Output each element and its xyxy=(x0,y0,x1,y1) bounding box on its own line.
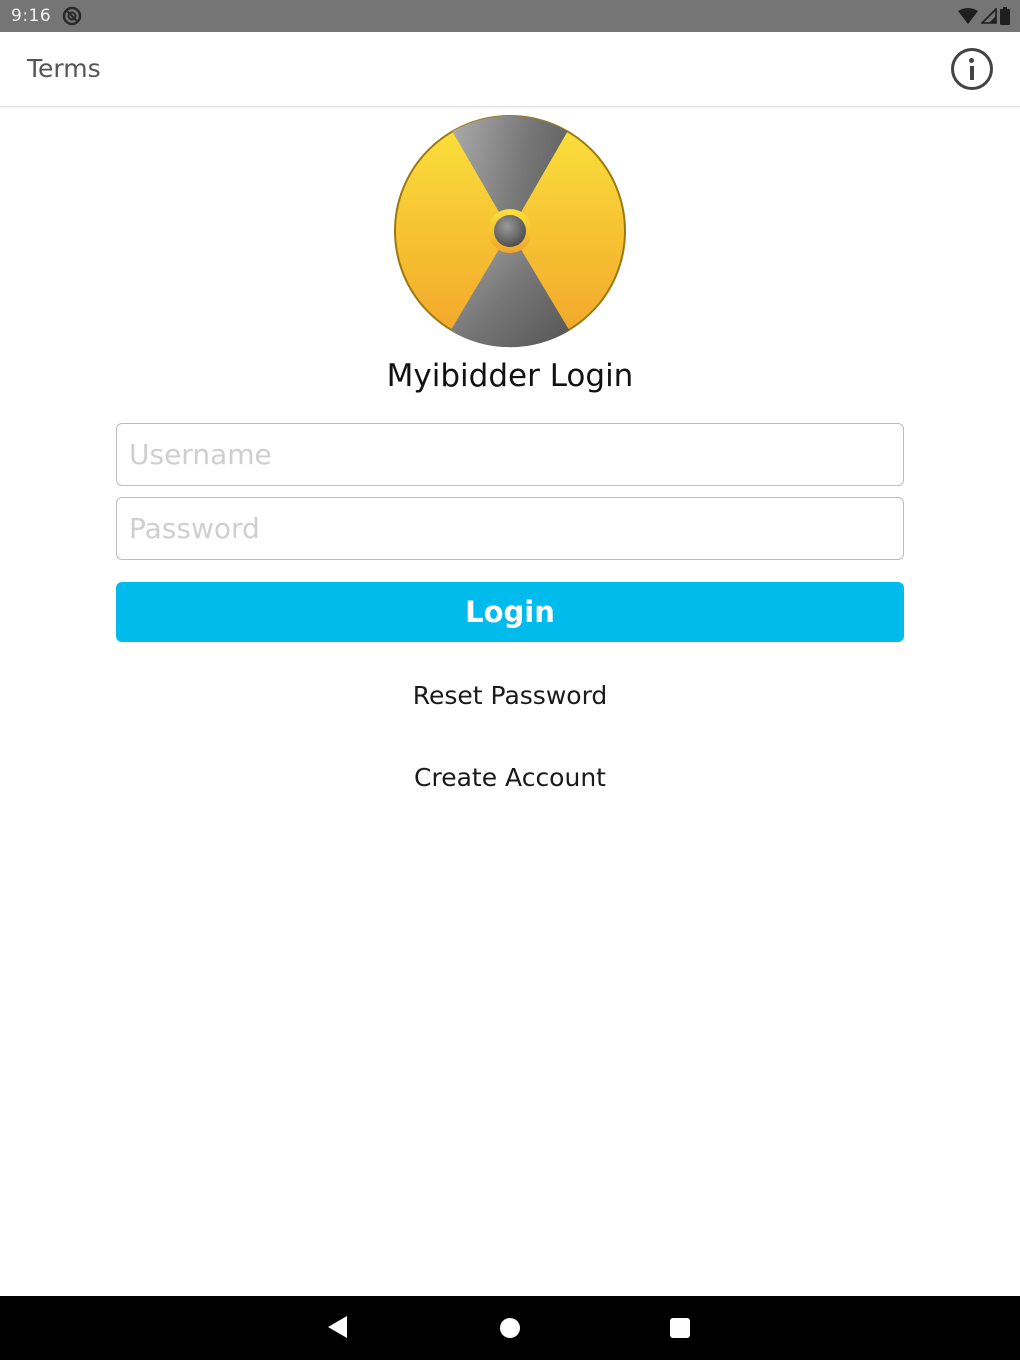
username-input[interactable] xyxy=(116,423,904,486)
radiation-logo-icon xyxy=(394,115,626,348)
status-time: 9:16 xyxy=(11,6,52,26)
password-input[interactable] xyxy=(116,497,904,560)
home-icon[interactable] xyxy=(500,1318,520,1338)
login-screen: 9:16 Terms Myibidder Login Username Logi… xyxy=(0,0,1020,1360)
page-title: Myibidder Login xyxy=(386,358,634,394)
cell-signal-icon xyxy=(981,8,997,24)
login-button[interactable]: Login xyxy=(116,582,904,642)
info-icon-stem xyxy=(969,66,974,80)
info-icon[interactable] xyxy=(951,48,993,90)
wifi-icon xyxy=(958,8,978,24)
create-account-link[interactable]: Create Account xyxy=(0,763,1020,792)
app-notification-icon xyxy=(62,6,82,26)
status-icons xyxy=(958,6,1010,26)
recents-icon[interactable] xyxy=(670,1318,690,1338)
terms-link[interactable]: Terms xyxy=(27,54,101,83)
battery-icon xyxy=(1000,7,1010,25)
navigation-bar xyxy=(0,1296,1020,1360)
app-bar: Terms xyxy=(0,32,1020,107)
info-icon-dot xyxy=(969,58,974,63)
back-icon[interactable] xyxy=(328,1316,347,1338)
reset-password-link[interactable]: Reset Password xyxy=(0,681,1020,710)
status-bar: 9:16 xyxy=(0,0,1020,32)
